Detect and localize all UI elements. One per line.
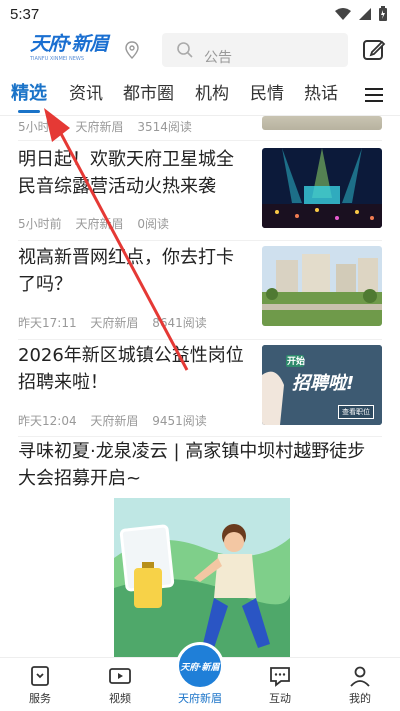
menu-icon[interactable] bbox=[364, 86, 384, 104]
tab-institutions[interactable]: 机构 bbox=[195, 82, 229, 106]
item-source: 天府新眉 bbox=[75, 120, 124, 134]
tab-public-opinion[interactable]: 民情 bbox=[250, 82, 284, 106]
logo-text: 天府·新眉 bbox=[30, 33, 109, 55]
signal-icon bbox=[359, 8, 371, 20]
home-logo-icon: 天府·新眉 bbox=[180, 662, 220, 673]
item-source: 天府新眉 bbox=[90, 414, 139, 428]
item-thumbnail-partial bbox=[262, 116, 382, 130]
item-reads: 3514阅读 bbox=[137, 120, 192, 134]
service-icon bbox=[31, 666, 49, 686]
profile-icon bbox=[350, 666, 370, 687]
status-bar: 5:37 bbox=[0, 0, 400, 28]
item-source: 天府新眉 bbox=[75, 217, 124, 231]
nav-profile[interactable]: 我的 bbox=[330, 658, 390, 711]
item-title: 2026年新区城镇公益性岗位招聘来啦！ bbox=[18, 345, 244, 393]
bottom-navigation: 服务 视频 天府·新眉 天府新眉 互动 我的 bbox=[0, 642, 400, 711]
item-title: 明日起！欢歌天府卫星城全民音综露营活动火热来袭 bbox=[18, 149, 234, 197]
banner-view-jobs: 查看职位 bbox=[338, 405, 374, 419]
nav-video[interactable]: 视频 bbox=[90, 658, 150, 711]
tab-news[interactable]: 资讯 bbox=[69, 82, 103, 106]
tab-metro[interactable]: 都市圈 bbox=[123, 82, 174, 106]
nav-home-label[interactable]: 天府新眉 bbox=[170, 690, 230, 706]
banner-text-start: 开始 bbox=[287, 357, 306, 367]
divider bbox=[18, 436, 382, 437]
item-meta: 5小时前 天府新眉 0阅读 bbox=[18, 215, 179, 232]
search-box[interactable]: 公告 bbox=[162, 33, 348, 67]
nav-service[interactable]: 服务 bbox=[10, 658, 70, 711]
item-reads: 0阅读 bbox=[137, 217, 169, 231]
app-logo[interactable]: 天府·新眉 TIANFU XINMEI NEWS bbox=[30, 32, 110, 66]
nav-label: 视频 bbox=[109, 692, 131, 705]
app-header: 天府·新眉 TIANFU XINMEI NEWS 公告 bbox=[0, 28, 400, 72]
item-time: 5小时前 bbox=[18, 120, 62, 134]
edit-icon[interactable] bbox=[362, 38, 386, 62]
nav-label: 互动 bbox=[269, 692, 291, 705]
search-icon bbox=[177, 42, 193, 58]
video-icon bbox=[109, 668, 131, 684]
item-meta: 5小时前 天府新眉 3514阅读 bbox=[18, 118, 202, 135]
item-source: 天府新眉 bbox=[90, 316, 139, 330]
item-time: 昨天17:11 bbox=[18, 316, 77, 330]
hiking-poster-image bbox=[114, 498, 290, 657]
active-tab-indicator bbox=[18, 110, 40, 113]
item-time: 5小时前 bbox=[18, 217, 62, 231]
location-icon[interactable] bbox=[124, 41, 140, 59]
news-feed: 5小时前 天府新眉 3514阅读 明日起！欢歌天府卫星城全民音综露营活动火热来袭… bbox=[0, 116, 400, 657]
nav-label: 我的 bbox=[349, 692, 371, 705]
item-title: 寻味初夏·龙泉凌云 | 高家镇中坝村越野徒步大会招募开启~ bbox=[18, 441, 366, 489]
item-reads: 9451阅读 bbox=[152, 414, 207, 428]
item-title: 视高新晋网红点，你去打卡了吗？ bbox=[18, 247, 234, 295]
wifi-icon bbox=[335, 8, 351, 20]
nav-label: 服务 bbox=[29, 692, 51, 705]
nav-home-logo[interactable]: 天府·新眉 bbox=[176, 642, 224, 690]
tab-hot-topics[interactable]: 热话 bbox=[304, 82, 338, 106]
banner-text-hiring: 招聘啦! bbox=[292, 373, 355, 394]
item-time: 昨天12:04 bbox=[18, 414, 77, 428]
item-meta: 昨天17:11 天府新眉 8641阅读 bbox=[18, 314, 217, 331]
concert-stage-image bbox=[262, 148, 382, 228]
category-tabs: 精选 资讯 都市圈 机构 民情 热话 bbox=[0, 74, 400, 116]
chat-icon bbox=[270, 667, 290, 687]
recruitment-banner-image: 开始 招聘啦! 查看职位 bbox=[262, 345, 382, 425]
divider bbox=[18, 140, 382, 141]
nav-interact[interactable]: 互动 bbox=[250, 658, 310, 711]
town-buildings-image bbox=[262, 246, 382, 326]
divider bbox=[18, 339, 382, 340]
divider bbox=[18, 240, 382, 241]
search-placeholder: 公告 bbox=[204, 50, 232, 66]
item-reads: 8641阅读 bbox=[152, 316, 207, 330]
tab-featured[interactable]: 精选 bbox=[11, 82, 47, 106]
logo-subtitle: TIANFU XINMEI NEWS bbox=[30, 56, 85, 62]
battery-icon bbox=[379, 6, 387, 21]
status-time: 5:37 bbox=[10, 5, 40, 23]
item-meta: 昨天12:04 天府新眉 9451阅读 bbox=[18, 412, 217, 429]
status-icons bbox=[334, 6, 388, 22]
